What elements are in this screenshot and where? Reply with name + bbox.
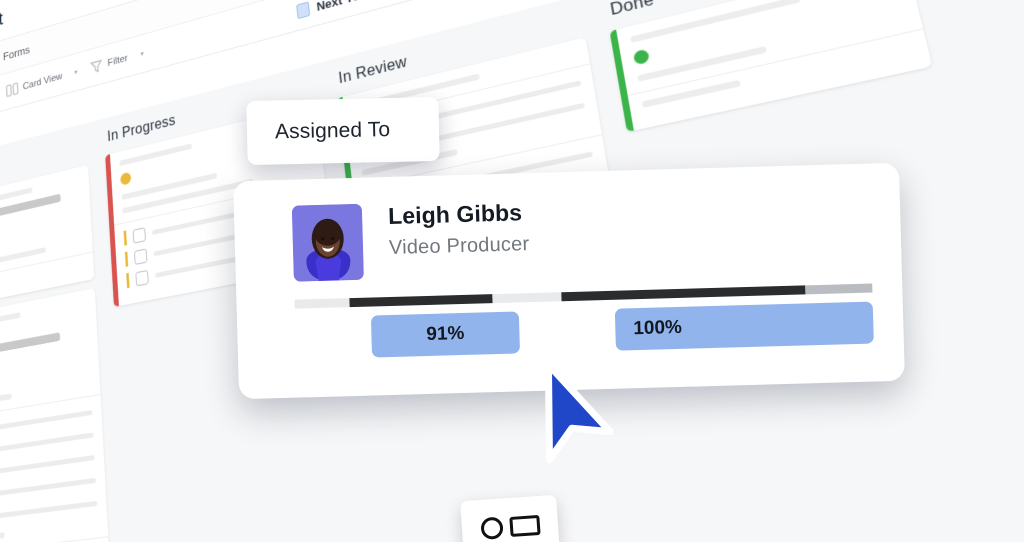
- card-line: [121, 173, 217, 201]
- card-line: [0, 532, 4, 542]
- filter-caret-icon[interactable]: ▾: [140, 49, 144, 58]
- circle-glyph-icon: [480, 517, 503, 540]
- progress-remainder-2: [805, 284, 872, 295]
- percent-pill-1[interactable]: 91%: [371, 311, 520, 357]
- filter-button[interactable]: Filter: [89, 50, 128, 75]
- card-view-icon: [6, 81, 19, 98]
- progress-track-left-pad: [294, 298, 349, 309]
- mouse-pointer-icon: [524, 366, 620, 477]
- checkbox[interactable]: [135, 269, 148, 286]
- checklist-label: [0, 500, 97, 524]
- progress-track-gap: [492, 292, 562, 303]
- card-line: [0, 312, 21, 337]
- card[interactable]: [610, 0, 933, 132]
- checklist-accent: [126, 273, 129, 288]
- card-body: [616, 0, 932, 131]
- progress-fill-2: [562, 285, 806, 301]
- profile-name: Leigh Gibbs: [388, 199, 529, 230]
- pill-spacer: [295, 316, 372, 360]
- profile-text: Leigh Gibbs Video Producer: [388, 199, 530, 260]
- assigned-to-label: Assigned To: [275, 118, 391, 144]
- percent-pill-row: 91% 100%: [295, 302, 874, 360]
- progress-fill-1: [350, 294, 493, 307]
- profile-header: Leigh Gibbs Video Producer: [292, 190, 872, 282]
- checkbox[interactable]: [134, 248, 147, 265]
- divider: [628, 28, 924, 96]
- card-view-label: Card View: [23, 71, 63, 92]
- status-dot: [120, 172, 131, 186]
- card-line: [0, 194, 60, 235]
- checkbox[interactable]: [133, 227, 146, 243]
- profile-role: Video Producer: [389, 233, 530, 260]
- profile-card: Leigh Gibbs Video Producer 91% 100%: [233, 163, 905, 400]
- pill-gap: [519, 309, 616, 354]
- filter-icon: [89, 57, 103, 75]
- card-line: [642, 80, 741, 108]
- card[interactable]: ⋮ ➚: [0, 288, 110, 542]
- bottom-glyph-card: [460, 495, 560, 542]
- card-line: [0, 332, 60, 366]
- checklist-item[interactable]: [0, 495, 97, 532]
- rectangle-glyph-icon: [509, 515, 540, 537]
- checklist-accent: [125, 252, 128, 267]
- percent-pill-2[interactable]: 100%: [615, 302, 874, 351]
- status-dot: [633, 49, 650, 66]
- card-view-caret-icon[interactable]: ▾: [74, 68, 77, 76]
- card-line: [637, 46, 767, 82]
- card-body: ⋮ ➚: [0, 288, 110, 542]
- completion-bars: 91% 100%: [294, 284, 873, 360]
- assigned-to-tooltip: Assigned To: [246, 97, 439, 165]
- menu-item-forms[interactable]: Forms: [3, 43, 30, 63]
- divider: [0, 536, 108, 542]
- leigh-gibbs-avatar: [292, 204, 364, 282]
- card-view-button[interactable]: Card View: [6, 69, 63, 99]
- filter-label: Filter: [107, 53, 128, 69]
- checklist-accent: [124, 230, 127, 245]
